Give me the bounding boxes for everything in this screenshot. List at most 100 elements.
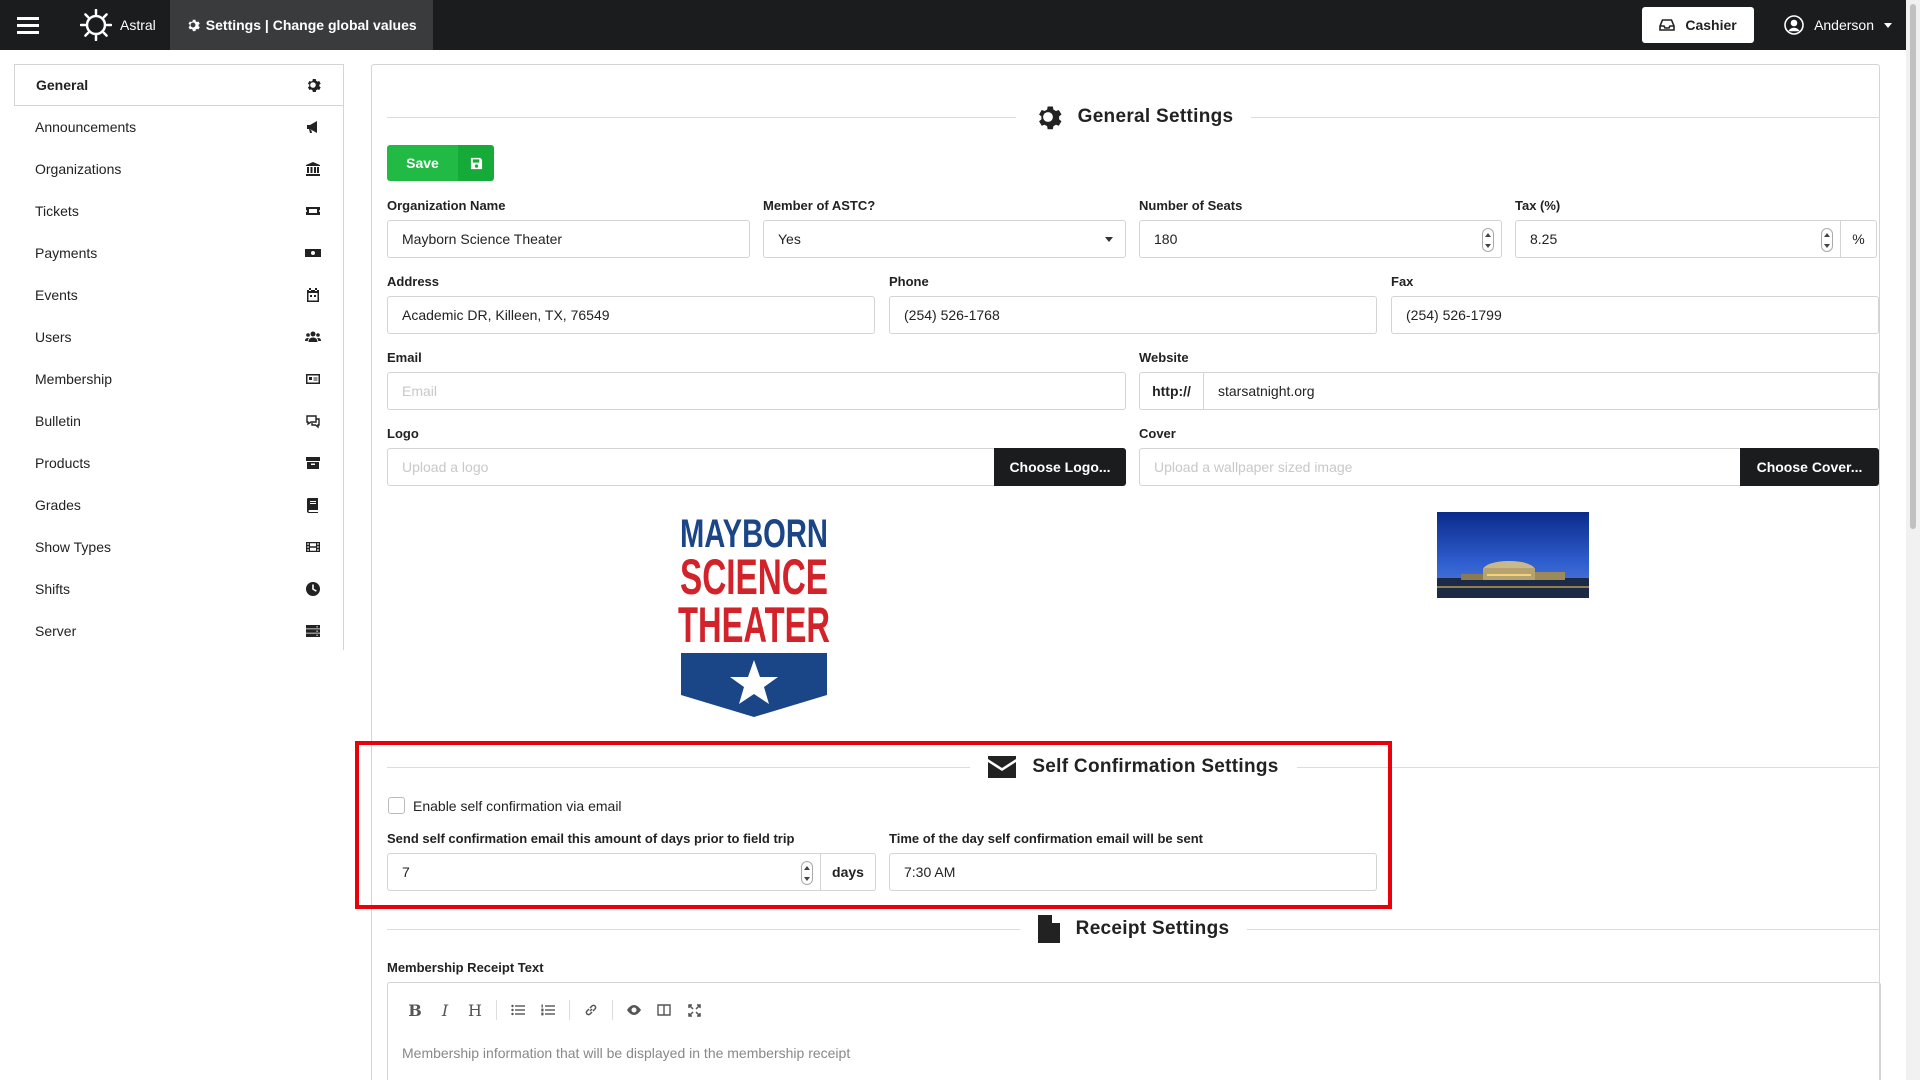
choose-logo-button[interactable]: Choose Logo... [994,448,1126,486]
logo-upload-input[interactable]: Upload a logo [387,448,995,486]
sidebar-item-general[interactable]: General [14,64,343,106]
sidebar-item-shifts[interactable]: Shifts [14,568,343,610]
ticket-icon [306,207,320,215]
id-card-icon [306,374,320,384]
section-title: Receipt Settings [1075,918,1230,939]
box-icon [306,457,320,469]
astc-label: Member of ASTC? [763,198,876,213]
phone-input[interactable]: (254) 526-1768 [889,296,1377,334]
seats-input[interactable]: 180 [1139,220,1502,258]
sidebar-item-label: Users [35,329,72,345]
editor-toolbar: B I H [400,999,709,1021]
membership-receipt-editor[interactable]: B I H Membership information that will b… [387,982,1881,1080]
sidebar-item-server[interactable]: Server [14,610,343,652]
sidebar-item-products[interactable]: Products [14,442,343,484]
phone-value: (254) 526-1768 [904,307,1000,323]
choose-cover-button[interactable]: Choose Cover... [1740,448,1879,486]
money-icon [305,249,321,257]
sun-logo-icon [80,9,112,41]
number-spinner[interactable] [1821,228,1833,252]
menu-toggle-icon[interactable] [0,0,56,50]
user-name: Anderson [1814,17,1874,33]
app-brand[interactable]: Astral [56,0,170,50]
email-input[interactable]: Email [387,372,1126,410]
bold-button[interactable]: B [400,999,430,1021]
sidebar-item-events[interactable]: Events [14,274,343,316]
comments-icon [306,415,320,429]
server-icon [306,625,320,637]
cover-image [1437,512,1589,598]
org-name-label: Organization Name [387,198,506,213]
website-label: Website [1139,350,1189,365]
sidebar-item-label: Events [35,287,78,303]
fax-input[interactable]: (254) 526-1799 [1391,296,1879,334]
cover-label: Cover [1139,426,1176,441]
sidebar-item-announcements[interactable]: Announcements [14,106,343,148]
numbered-list-icon[interactable] [533,999,563,1021]
cover-upload-input[interactable]: Upload a wallpaper sized image [1139,448,1741,486]
website-prefix: http:// [1139,372,1204,410]
tax-label: Tax (%) [1515,198,1561,213]
cover-placeholder: Upload a wallpaper sized image [1154,459,1353,475]
fullscreen-icon[interactable] [679,999,709,1021]
sidebar-item-grades[interactable]: Grades [14,484,343,526]
inbox-icon [1659,19,1676,31]
logo-placeholder: Upload a logo [402,459,489,475]
sidebar-item-label: Shifts [35,581,71,597]
top-navbar: Astral Settings | Change global values C… [0,0,1920,50]
sidebar-item-label: Organizations [35,161,122,177]
side-by-side-icon[interactable] [649,999,679,1021]
email-label: Email [387,350,422,365]
number-spinner[interactable] [1482,228,1494,252]
address-value: Academic DR, Killeen, TX, 76549 [402,307,610,323]
seats-value: 180 [1154,231,1178,247]
general-settings-header: General Settings [387,102,1881,132]
sidebar-item-users[interactable]: Users [14,316,343,358]
file-icon [1037,915,1060,943]
receipt-settings-header: Receipt Settings [387,914,1881,944]
user-menu[interactable]: Anderson [1784,15,1892,35]
italic-button[interactable]: I [430,999,460,1021]
save-button[interactable]: Save [387,145,494,181]
cashier-button[interactable]: Cashier [1642,7,1755,43]
link-icon[interactable] [576,999,606,1021]
gear-icon [188,19,200,32]
film-icon [306,542,320,552]
gear-icon [1038,106,1062,130]
astc-select[interactable]: Yes [763,220,1126,258]
astc-value: Yes [778,231,801,247]
settings-sidebar: General Announcements Organizations Tick… [14,64,344,650]
sidebar-item-membership[interactable]: Membership [14,358,343,400]
preview-eye-icon[interactable] [619,999,649,1021]
sidebar-item-organizations[interactable]: Organizations [14,148,343,190]
sidebar-item-payments[interactable]: Payments [14,232,343,274]
sidebar-item-show-types[interactable]: Show Types [14,526,343,568]
phone-label: Phone [889,274,929,289]
org-name-input[interactable]: Mayborn Science Theater [387,220,750,258]
sidebar-item-bulletin[interactable]: Bulletin [14,400,343,442]
bullet-list-icon[interactable] [503,999,533,1021]
logo-label: Logo [387,426,419,441]
users-icon [305,331,321,342]
scrollbar-thumb[interactable] [1910,4,1916,529]
address-input[interactable]: Academic DR, Killeen, TX, 76549 [387,296,875,334]
sidebar-item-tickets[interactable]: Tickets [14,190,343,232]
page-scrollbar[interactable] [1906,0,1920,1080]
website-input[interactable]: starsatnight.org [1203,372,1879,410]
tax-input[interactable]: 8.25 [1515,220,1841,258]
book-icon [306,498,318,513]
sidebar-item-label: Bulletin [35,413,81,429]
settings-panel: General Settings Save Organization Name … [371,64,1881,1080]
seats-label: Number of Seats [1139,198,1243,213]
heading-button[interactable]: H [460,999,490,1021]
organization-logo-image: MAYBORN SCIENCE THEATER [678,511,830,717]
breadcrumb[interactable]: Settings | Change global values [169,0,433,50]
email-placeholder: Email [402,383,438,399]
calendar-icon [307,288,319,302]
website-value: starsatnight.org [1218,383,1315,399]
highlight-box [355,741,1392,909]
floppy-disk-icon [458,145,494,181]
editor-placeholder: Membership information that will be disp… [402,1045,851,1061]
sidebar-item-label: General [36,77,89,93]
chevron-down-icon [1105,237,1113,242]
